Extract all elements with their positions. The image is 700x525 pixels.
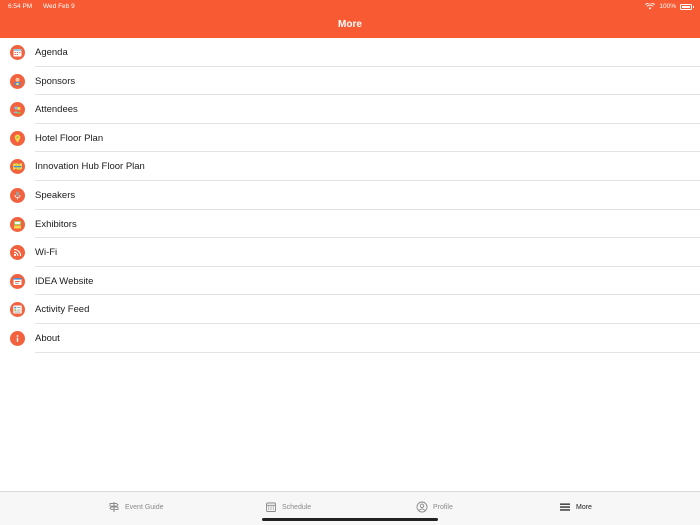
attendees-icon: [10, 102, 25, 118]
website-icon: [10, 273, 25, 289]
signpost-icon: [109, 502, 119, 512]
menu-item-label: Sponsors: [35, 75, 76, 87]
divider: [35, 351, 700, 353]
home-indicator: [262, 518, 438, 521]
menu-item-label: Agenda: [35, 47, 68, 58]
status-bar: 6:54 PM Wed Feb 9 100%: [0, 0, 700, 12]
menu-item-activity-feed[interactable]: Activity Feed: [0, 295, 700, 324]
status-time: 6:54 PM: [8, 3, 33, 10]
menu-item-label: Wi-Fi: [35, 247, 58, 259]
tab-label: Schedule: [282, 503, 312, 511]
tab-schedule[interactable]: Schedule: [265, 500, 311, 514]
tab-label: Event Guide: [125, 503, 164, 511]
menu-item-wi-fi[interactable]: Wi-Fi: [0, 238, 700, 267]
battery-percent: 100%: [659, 3, 676, 10]
battery-icon: [680, 3, 694, 10]
wifi-status-icon: [645, 3, 656, 10]
feed-icon: [10, 302, 25, 318]
speaker-icon: [10, 187, 25, 203]
menu-item-label: IDEA Website: [35, 275, 94, 287]
wifi-icon: [10, 245, 25, 261]
status-date: Wed Feb 9: [43, 3, 75, 10]
menu-item-label: Exhibitors: [35, 218, 77, 230]
more-menu-list: Agenda Sponsors Attendees Hotel Floor Pl…: [0, 38, 700, 353]
menu-item-label: Attendees: [35, 104, 78, 116]
page-title: More: [338, 19, 362, 30]
tab-label: Profile: [433, 503, 453, 511]
sponsor-icon: [10, 73, 25, 89]
tab-event-guide[interactable]: Event Guide: [108, 500, 164, 514]
menu-item-sponsors[interactable]: Sponsors: [0, 67, 700, 96]
menu-item-agenda[interactable]: Agenda: [0, 38, 700, 67]
profile-icon: [416, 501, 428, 513]
menu-item-about[interactable]: About: [0, 324, 700, 353]
booth-icon: [10, 216, 25, 232]
menu-item-idea-website[interactable]: IDEA Website: [0, 267, 700, 296]
tab-profile[interactable]: Profile: [416, 500, 453, 514]
menu-item-speakers[interactable]: Speakers: [0, 181, 700, 210]
menu-item-label: Speakers: [35, 189, 76, 201]
tab-more[interactable]: More: [559, 500, 592, 514]
calendar-icon: [10, 45, 25, 60]
menu-item-label: About: [35, 332, 60, 344]
tab-label: More: [576, 503, 592, 511]
nav-header: 6:54 PM Wed Feb 9 100% More: [0, 0, 700, 38]
menu-icon: [560, 503, 570, 511]
menu-item-innovation-hub-floor-plan[interactable]: Innovation Hub Floor Plan: [0, 152, 700, 181]
menu-item-attendees[interactable]: Attendees: [0, 95, 700, 124]
menu-item-hotel-floor-plan[interactable]: Hotel Floor Plan: [0, 124, 700, 153]
map-pin-icon: [10, 130, 25, 146]
calendar-icon: [266, 502, 276, 512]
menu-item-label: Innovation Hub Floor Plan: [35, 161, 145, 173]
menu-item-label: Activity Feed: [35, 304, 90, 316]
info-icon: [10, 330, 25, 346]
menu-item-exhibitors[interactable]: Exhibitors: [0, 210, 700, 239]
menu-item-label: Hotel Floor Plan: [35, 132, 104, 144]
floor-plan-icon: [10, 159, 25, 175]
